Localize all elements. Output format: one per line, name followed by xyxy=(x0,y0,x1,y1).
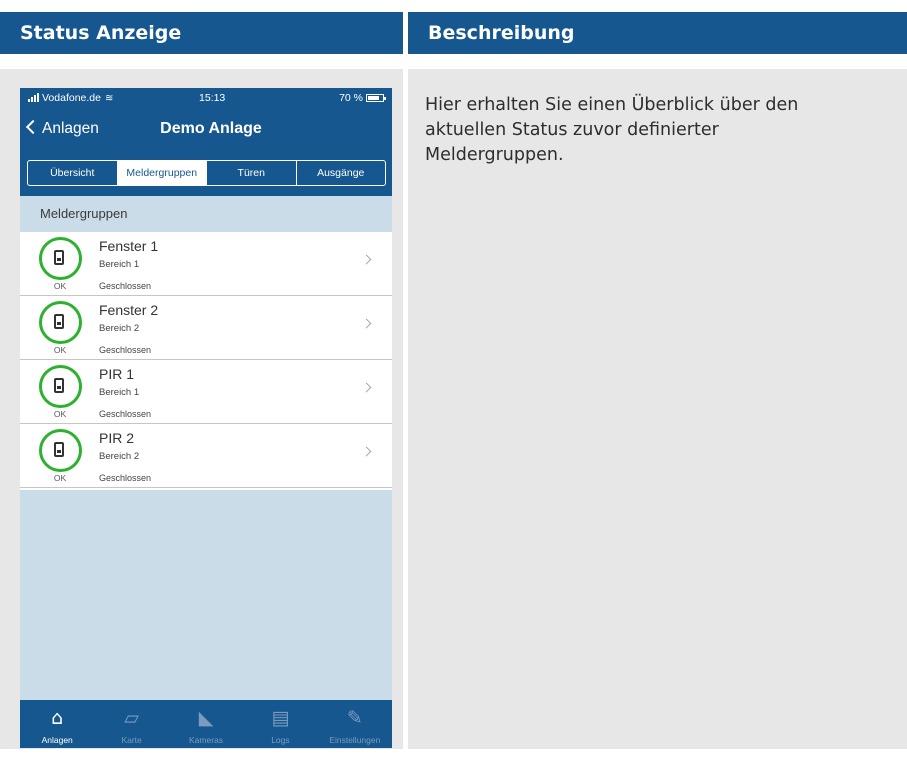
group-name: Fenster 2 xyxy=(99,302,159,318)
signal-icon xyxy=(28,93,42,102)
group-area: Bereich 2 xyxy=(99,451,140,462)
tab-label: Karte xyxy=(121,735,142,745)
battery-percent: 70 % xyxy=(339,92,363,104)
wifi-icon: ≋ xyxy=(104,93,114,104)
tab-label: Kameras xyxy=(189,735,224,745)
segmented-control: Übersicht Meldergruppen Türen Ausgänge xyxy=(27,160,386,186)
wrench-icon: ✎ xyxy=(346,707,363,729)
status-label: OK xyxy=(53,473,67,483)
detector-icon xyxy=(54,314,64,329)
chevron-right-icon xyxy=(361,446,372,457)
tab-label: Einstellungen xyxy=(329,735,381,745)
status-ring xyxy=(39,429,82,472)
tab-einstellungen[interactable]: ✎ Einstellungen xyxy=(318,700,392,748)
logs-icon: ▤ xyxy=(271,707,290,729)
segment-tueren[interactable]: Türen xyxy=(207,161,297,185)
segment-meldergruppen[interactable]: Meldergruppen xyxy=(117,161,207,185)
tab-anlagen[interactable]: ⌂ Anlagen xyxy=(20,700,94,748)
map-icon: ▱ xyxy=(124,707,139,729)
group-name: PIR 2 xyxy=(99,430,135,446)
group-area: Bereich 2 xyxy=(99,323,140,334)
nav-title: Demo Anlage xyxy=(160,120,262,137)
tab-kameras[interactable]: ◣ Kameras xyxy=(169,700,243,748)
app-header: Vodafone.de ≋ 15:13 70 % Anlagen Demo Anl… xyxy=(20,88,392,196)
chevron-right-icon xyxy=(361,318,372,329)
group-area: Bereich 1 xyxy=(99,387,140,398)
carrier-label: Vodafone.de xyxy=(42,92,101,104)
status-ring xyxy=(39,301,82,344)
status-label: OK xyxy=(53,345,67,355)
group-list: OK Fenster 1 Bereich 1 Geschlossen OK Fe… xyxy=(20,232,392,488)
group-name: Fenster 1 xyxy=(99,238,159,254)
status-bar: Vodafone.de ≋ 15:13 70 % xyxy=(28,92,386,106)
phone-screenshot: Vodafone.de ≋ 15:13 70 % Anlagen Demo Anl… xyxy=(20,88,392,748)
group-state: Geschlossen xyxy=(99,409,152,419)
description-cell xyxy=(408,69,907,749)
detector-icon xyxy=(54,250,64,265)
list-item[interactable]: OK Fenster 1 Bereich 1 Geschlossen xyxy=(20,232,392,296)
status-label: OK xyxy=(53,409,67,419)
status-label: OK xyxy=(53,281,67,291)
segment-uebersicht[interactable]: Übersicht xyxy=(28,161,118,185)
battery-icon xyxy=(366,94,386,102)
detector-icon xyxy=(54,442,64,457)
clock-label: 15:13 xyxy=(199,92,226,104)
tab-karte[interactable]: ▱ Karte xyxy=(94,700,168,748)
chevron-right-icon xyxy=(361,254,372,265)
description-column-header: Beschreibung xyxy=(408,12,907,54)
list-item[interactable]: OK PIR 1 Bereich 1 Geschlossen xyxy=(20,360,392,424)
group-name: PIR 1 xyxy=(99,366,135,382)
group-state: Geschlossen xyxy=(99,473,152,483)
group-state: Geschlossen xyxy=(99,281,152,291)
tab-label: Anlagen xyxy=(41,735,73,745)
status-column-header: Status Anzeige xyxy=(0,12,403,54)
group-area: Bereich 1 xyxy=(99,259,140,270)
camera-icon: ◣ xyxy=(198,707,214,729)
segment-ausgaenge[interactable]: Ausgänge xyxy=(297,161,386,185)
description-text: Hier erhalten Sie einen Überblick über d… xyxy=(425,95,799,165)
status-ring xyxy=(39,237,82,280)
tab-label: Logs xyxy=(271,735,290,745)
tab-logs[interactable]: ▤ Logs xyxy=(243,700,317,748)
tab-bar: ⌂ Anlagen ▱ Karte ◣ Kameras ▤ Logs ✎ Ein… xyxy=(20,700,392,748)
detector-icon xyxy=(54,378,64,393)
status-ring xyxy=(39,365,82,408)
chevron-right-icon xyxy=(361,382,372,393)
list-item[interactable]: OK PIR 2 Bereich 2 Geschlossen xyxy=(20,424,392,488)
empty-area xyxy=(20,490,392,700)
home-icon: ⌂ xyxy=(51,707,64,729)
list-item[interactable]: OK Fenster 2 Bereich 2 Geschlossen xyxy=(20,296,392,360)
section-header: Meldergruppen xyxy=(20,196,392,232)
group-state: Geschlossen xyxy=(99,345,152,355)
